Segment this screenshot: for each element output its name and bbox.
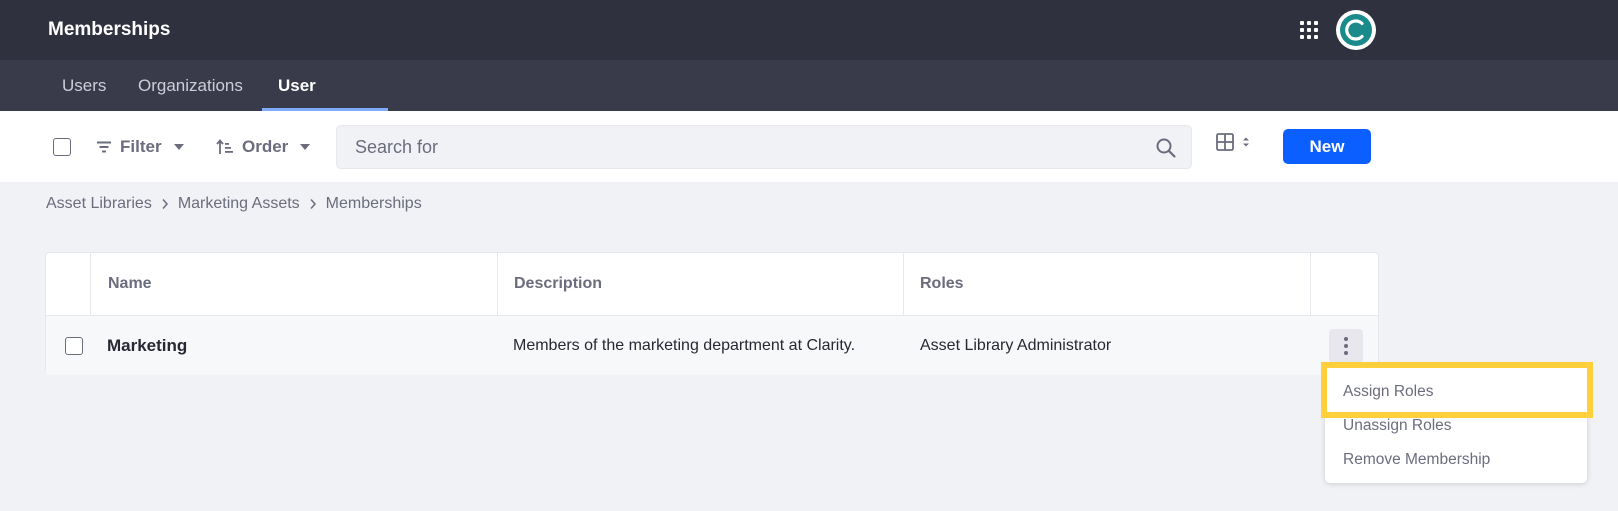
row-roles: Asset Library Administrator <box>920 337 1112 354</box>
top-bar: Memberships <box>0 0 1618 60</box>
breadcrumb-memberships: Memberships <box>325 195 422 212</box>
row-description: Members of the marketing department at C… <box>513 337 856 354</box>
filter-dropdown[interactable]: Filter <box>96 131 184 163</box>
tab-organizations[interactable]: Organizations <box>122 60 259 111</box>
column-divider <box>1310 253 1311 315</box>
page-title: Memberships <box>48 19 171 40</box>
filter-icon <box>97 141 111 153</box>
user-avatar[interactable] <box>1336 10 1376 50</box>
new-button[interactable]: New <box>1283 129 1371 164</box>
chevron-right-icon <box>310 199 316 209</box>
row-actions-menu: Assign Roles Unassign Roles Remove Membe… <box>1325 365 1587 483</box>
order-dropdown[interactable]: Order <box>216 131 311 163</box>
table-view-icon <box>1216 133 1234 151</box>
caret-down-icon <box>300 144 311 150</box>
column-header-roles[interactable]: Roles <box>920 253 964 315</box>
display-style-dropdown[interactable] <box>1216 133 1250 151</box>
menu-item-assign-roles[interactable]: Assign Roles <box>1325 376 1587 408</box>
sort-caret-icon <box>1243 137 1249 147</box>
avatar-logo-icon <box>1340 14 1372 46</box>
column-header-name[interactable]: Name <box>108 253 152 315</box>
apps-grid-icon[interactable] <box>1300 21 1318 39</box>
row-actions-kebab-icon[interactable] <box>1329 329 1363 363</box>
sort-order-icon <box>216 139 233 154</box>
tab-user-groups[interactable]: User Groups <box>262 60 388 146</box>
column-header-description[interactable]: Description <box>514 253 602 315</box>
row-checkbox[interactable] <box>65 337 83 355</box>
memberships-table: Name Description Roles Marketing Members… <box>45 252 1379 375</box>
row-name: Marketing <box>107 336 188 355</box>
column-divider <box>903 253 904 315</box>
tab-bar: Users Organizations User Groups <box>0 60 1618 146</box>
breadcrumb-marketing-assets[interactable]: Marketing Assets <box>178 195 300 213</box>
filter-label: Filter <box>120 137 162 156</box>
menu-item-unassign-roles[interactable]: Unassign Roles <box>1325 410 1587 442</box>
search-input[interactable] <box>337 126 1127 168</box>
search-box <box>336 125 1192 169</box>
select-all-checkbox[interactable] <box>53 138 71 156</box>
tab-users[interactable]: Users <box>46 60 122 111</box>
table-row: Marketing Members of the marketing depar… <box>46 316 1378 375</box>
order-label: Order <box>242 137 289 156</box>
column-divider <box>90 253 91 315</box>
column-divider <box>497 253 498 315</box>
chevron-right-icon <box>162 199 168 209</box>
menu-item-remove-membership[interactable]: Remove Membership <box>1325 444 1587 476</box>
search-icon[interactable] <box>1155 137 1177 159</box>
breadcrumb: Asset Libraries Marketing Assets Members… <box>46 195 422 213</box>
management-toolbar: Filter Order New <box>0 111 1618 182</box>
caret-down-icon <box>173 144 184 150</box>
breadcrumb-asset-libraries[interactable]: Asset Libraries <box>46 195 152 213</box>
